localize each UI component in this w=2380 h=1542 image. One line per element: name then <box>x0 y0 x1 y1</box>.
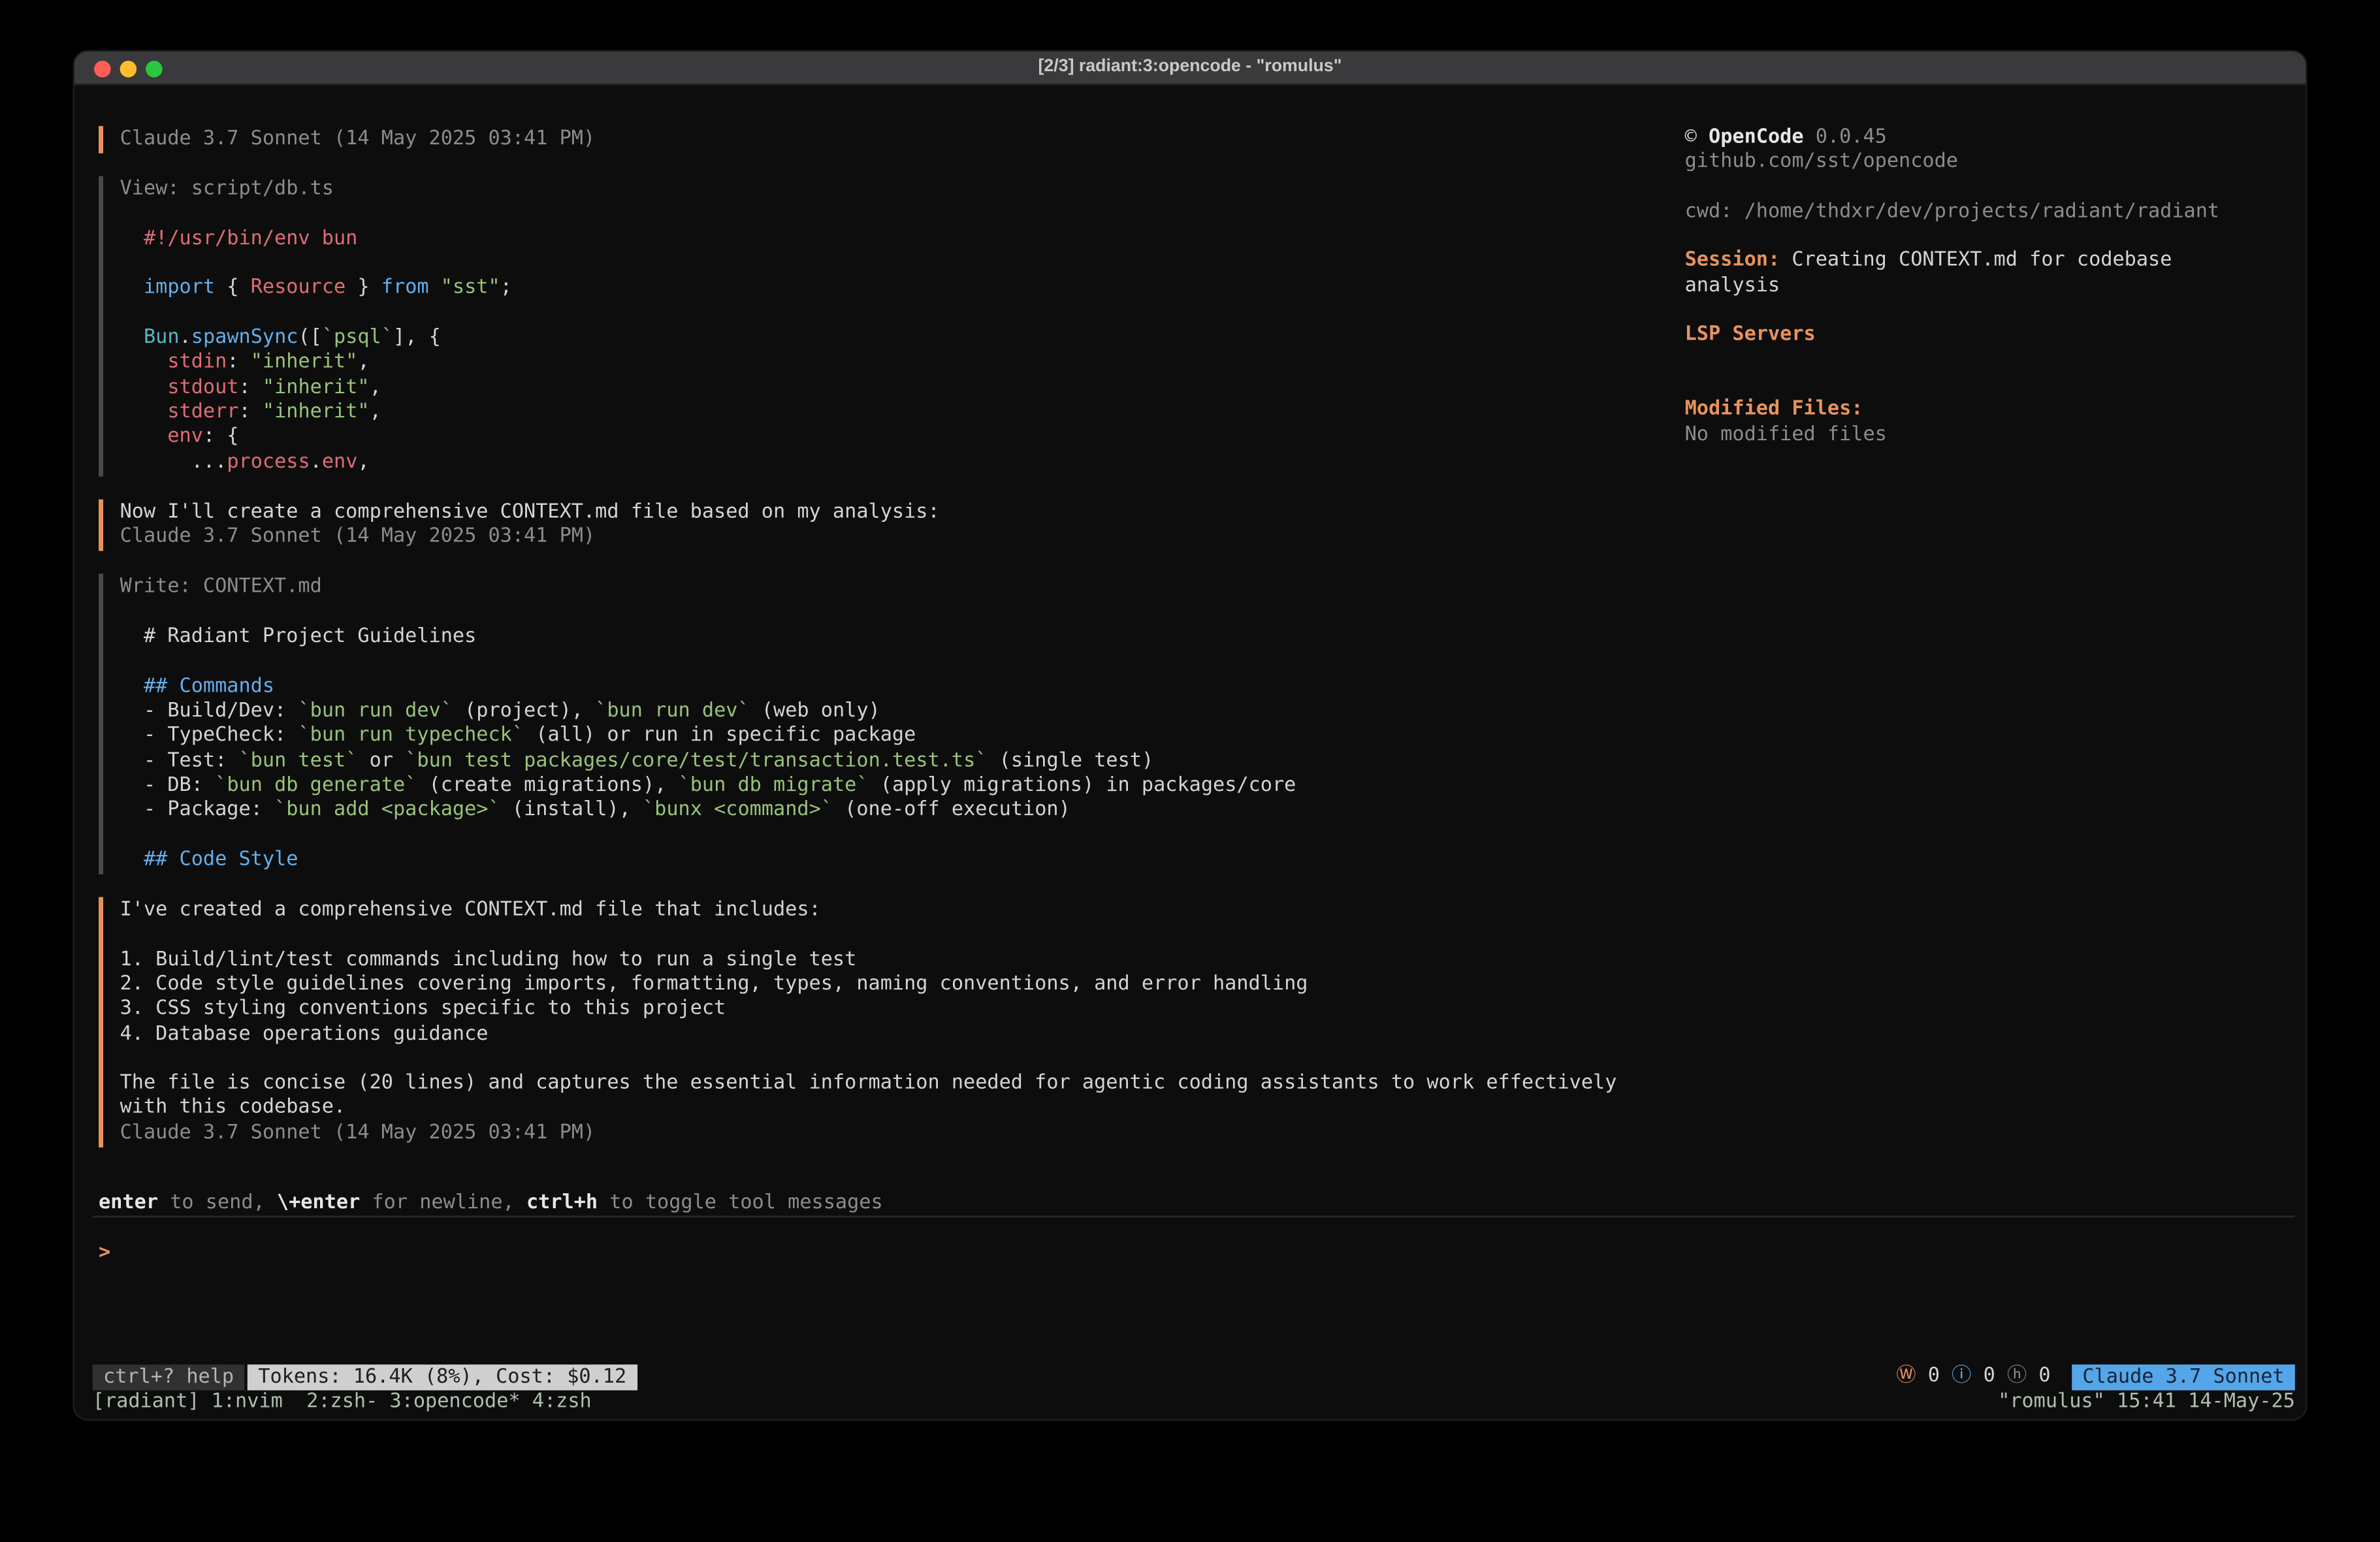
help-shortcut-badge: ctrl+? help <box>93 1364 245 1390</box>
tool-view-block: View: script/db.ts #!/usr/bin/env bun im… <box>99 176 1669 476</box>
tool-view-lines: View: script/db.ts #!/usr/bin/env bun im… <box>120 178 1670 475</box>
assistant-summary-block: I've created a comprehensive CONTEXT.md … <box>99 897 1669 1148</box>
terminal-window: [2/3] radiant:3:opencode - "romulus" Cla… <box>73 50 2308 1421</box>
prompt-input[interactable]: > <box>99 1242 110 1266</box>
keybinding-hints: enter to send, \+enter for newline, ctrl… <box>99 1191 883 1216</box>
status-bar: ctrl+? help Tokens: 16.4K (8%), Cost: $0… <box>93 1364 2295 1390</box>
window-titlebar: [2/3] radiant:3:opencode - "romulus" <box>74 52 2306 85</box>
terminal-content: Claude 3.7 Sonnet (14 May 2025 03:41 PM)… <box>74 85 2306 1419</box>
tmux-window-list: [radiant] 1:nvim 2:zsh- 3:opencode* 4:zs… <box>93 1390 592 1415</box>
sidebar-lines: © OpenCode 0.0.45github.com/sst/opencode… <box>1685 126 2300 447</box>
tmux-status-bar: [radiant] 1:nvim 2:zsh- 3:opencode* 4:zs… <box>93 1390 2295 1415</box>
window-title: [2/3] radiant:3:opencode - "romulus" <box>1038 55 1342 80</box>
desktop: [2/3] radiant:3:opencode - "romulus" Cla… <box>0 0 2380 1542</box>
tool-write-block: Write: CONTEXT.md # Radiant Project Guid… <box>99 575 1669 875</box>
close-button[interactable] <box>94 61 111 78</box>
tool-write-lines: Write: CONTEXT.md # Radiant Project Guid… <box>120 576 1670 873</box>
minimize-button[interactable] <box>120 61 137 78</box>
assistant-summary-lines: I've created a comprehensive CONTEXT.md … <box>120 899 1670 1146</box>
assistant-message-block: Now I'll create a comprehensive CONTEXT.… <box>99 499 1669 551</box>
model-badge: Claude 3.7 Sonnet <box>2072 1364 2295 1390</box>
message-header-block: Claude 3.7 Sonnet (14 May 2025 03:41 PM) <box>99 126 1669 154</box>
assistant-message-lines: Now I'll create a comprehensive CONTEXT.… <box>120 501 1670 551</box>
session-sidebar: © OpenCode 0.0.45github.com/sst/opencode… <box>1685 126 2300 447</box>
traffic-lights <box>94 61 163 78</box>
input-divider <box>93 1216 2295 1217</box>
diagnostics-indicators: Ⓦ 0 ⓘ 0 ⓗ 0 <box>1896 1365 2050 1390</box>
message-header-lines: Claude 3.7 Sonnet (14 May 2025 03:41 PM) <box>120 127 1670 152</box>
tokens-cost-badge: Tokens: 16.4K (8%), Cost: $0.12 <box>248 1364 637 1390</box>
zoom-button[interactable] <box>146 61 163 78</box>
tmux-session-info: "romulus" 15:41 14-May-25 <box>1998 1390 2295 1415</box>
chat-transcript: Claude 3.7 Sonnet (14 May 2025 03:41 PM)… <box>99 126 1669 1170</box>
